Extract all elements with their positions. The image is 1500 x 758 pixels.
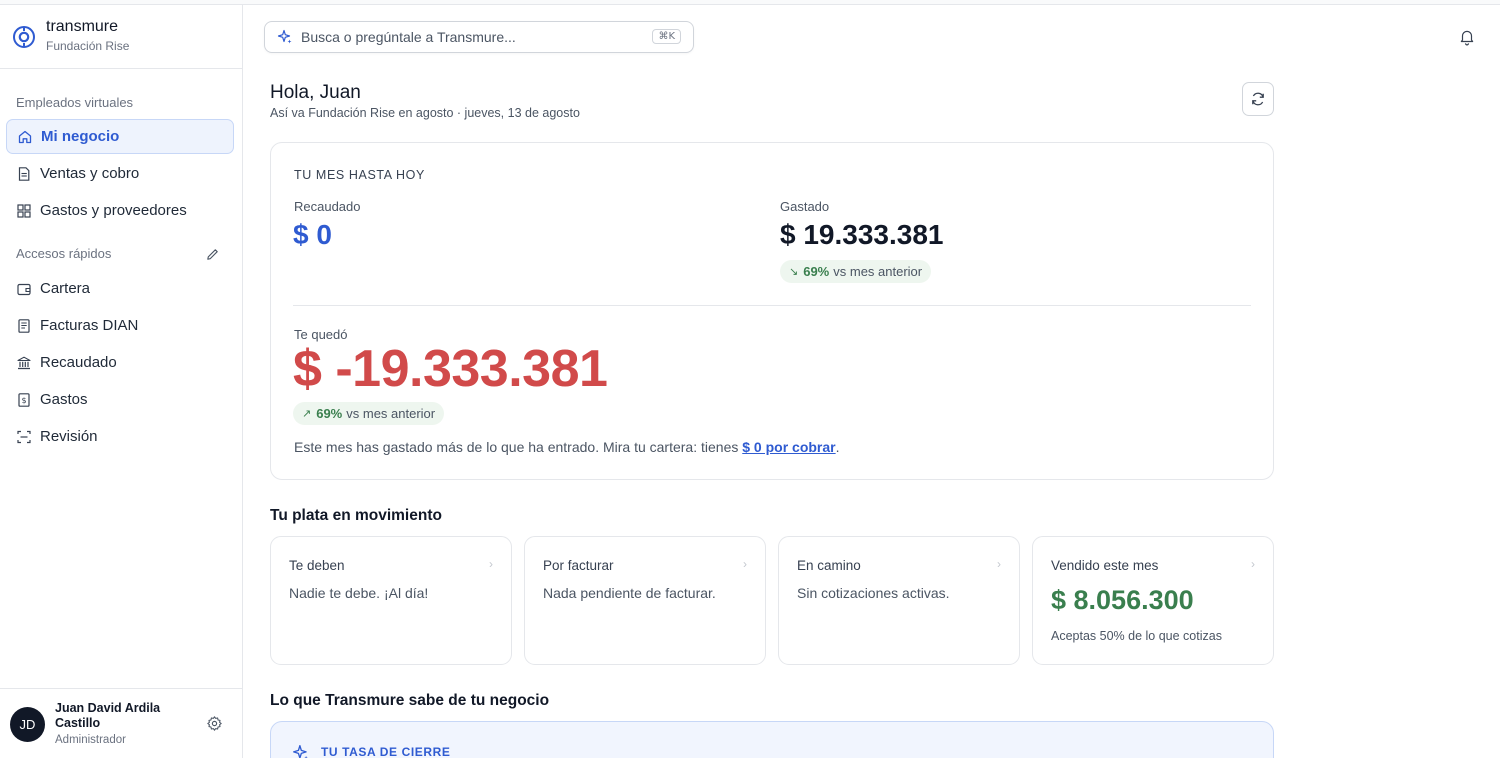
sold-value: $ 8.056.300 xyxy=(1051,585,1194,615)
sidebar: transmure Fundación Rise Empleados virtu… xyxy=(0,5,243,758)
home-icon xyxy=(17,129,33,145)
receipt-dollar-icon: $ xyxy=(16,392,32,408)
insight-title: TU TASA DE CIERRE xyxy=(321,745,451,758)
card-description: Nada pendiente de facturar. xyxy=(543,585,716,601)
sidebar-item-label: Ventas y cobro xyxy=(40,165,140,182)
spent-change-percent: 69% xyxy=(803,264,830,279)
balance-value: $ -19.333.381 xyxy=(293,340,608,398)
card-title: TU MES HASTA HOY xyxy=(294,168,425,182)
svg-text:$: $ xyxy=(21,396,26,405)
card-title: En camino xyxy=(797,558,861,573)
spent-change-badge: ↘ 69% vs mes anterior xyxy=(780,260,932,283)
scan-icon xyxy=(16,429,32,445)
card-description: Sin cotizaciones activas. xyxy=(797,585,950,601)
sidebar-item-label: Gastos xyxy=(40,391,88,408)
user-profile[interactable]: JD Juan David Ardila Castillo Administra… xyxy=(0,688,242,758)
insight-card-closing-rate[interactable]: TU TASA DE CIERRE xyxy=(270,721,1274,758)
section-title-movement: Tu plata en movimiento xyxy=(270,507,442,524)
invoice-icon xyxy=(16,318,32,334)
brand-header[interactable]: transmure Fundación Rise xyxy=(0,5,242,69)
section-title-knowledge: Lo que Transmure sabe de tu negocio xyxy=(270,692,550,709)
sidebar-item-ventas-y-cobro[interactable]: Ventas y cobro xyxy=(6,156,234,191)
section-label-virtual-employees: Empleados virtuales xyxy=(16,95,134,110)
receivables-link[interactable]: $ 0 por cobrar xyxy=(742,439,835,455)
month-note: Este mes has gastado más de lo que ha en… xyxy=(294,439,840,455)
sidebar-item-gastos[interactable]: $ Gastos xyxy=(6,382,234,417)
sidebar-item-cartera[interactable]: Cartera xyxy=(6,271,234,306)
page-title: Hola, Juan xyxy=(270,82,361,103)
chevron-right-icon: › xyxy=(997,557,1001,571)
avatar: JD xyxy=(10,707,45,742)
spent-change-text: vs mes anterior xyxy=(833,264,923,279)
document-icon xyxy=(16,166,32,182)
search-bar[interactable]: ⌘K xyxy=(264,21,694,53)
user-role: Administrador xyxy=(55,734,126,746)
card-vendido-este-mes[interactable]: Vendido este mes › $ 8.056.300 Aceptas 5… xyxy=(1032,536,1274,665)
search-input[interactable] xyxy=(301,29,641,45)
sidebar-item-label: Gastos y proveedores xyxy=(40,202,187,219)
section-label-quick-access: Accesos rápidos xyxy=(16,246,112,261)
keyboard-shortcut-badge: ⌘K xyxy=(652,29,681,44)
brand-name: transmure xyxy=(46,18,119,35)
card-title: Te deben xyxy=(289,558,345,573)
arrow-down-right-icon: ↘ xyxy=(789,266,799,278)
chevron-right-icon: › xyxy=(1251,557,1255,571)
sidebar-item-recaudado[interactable]: Recaudado xyxy=(6,345,234,380)
card-description: Nadie te debe. ¡Al día! xyxy=(289,585,429,601)
sold-subtext: Aceptas 50% de lo que cotizas xyxy=(1051,629,1222,643)
spent-label: Gastado xyxy=(780,199,830,214)
page-subtitle: Así va Fundación Rise en agosto · jueves… xyxy=(270,106,580,120)
grid-icon xyxy=(16,203,32,219)
balance-change-text: vs mes anterior xyxy=(346,406,436,421)
note-text: Este mes has gastado más de lo que ha en… xyxy=(294,439,743,455)
user-name: Juan David Ardila Castillo xyxy=(55,701,161,730)
pencil-icon[interactable] xyxy=(205,247,220,262)
sidebar-item-facturas-dian[interactable]: Facturas DIAN xyxy=(6,308,234,343)
chevron-right-icon: › xyxy=(743,557,747,571)
sparkle-icon xyxy=(277,29,292,44)
sparkle-icon xyxy=(293,745,309,758)
sidebar-item-label: Mi negocio xyxy=(41,128,120,145)
sidebar-item-label: Recaudado xyxy=(40,354,117,371)
collected-label: Recaudado xyxy=(294,199,361,214)
bank-icon xyxy=(16,355,32,371)
transmure-logo-icon xyxy=(13,26,35,48)
card-title: Vendido este mes xyxy=(1051,558,1159,573)
month-summary-card: TU MES HASTA HOY Recaudado $ 0 Gastado $… xyxy=(270,142,1274,480)
organization-name: Fundación Rise xyxy=(46,39,130,53)
divider xyxy=(293,305,1251,306)
wallet-icon xyxy=(16,281,32,297)
card-title: Por facturar xyxy=(543,558,614,573)
card-te-deben[interactable]: Te deben › Nadie te debe. ¡Al día! xyxy=(270,536,512,665)
collected-value: $ 0 xyxy=(293,219,332,250)
sidebar-item-label: Facturas DIAN xyxy=(40,317,139,334)
note-suffix: . xyxy=(835,439,840,455)
balance-change-percent: 69% xyxy=(316,406,343,421)
arrow-up-right-icon: ↗ xyxy=(302,408,312,420)
chevron-right-icon: › xyxy=(489,557,493,571)
sidebar-item-label: Revisión xyxy=(40,428,98,445)
bell-icon[interactable] xyxy=(1458,28,1476,46)
card-en-camino[interactable]: En camino › Sin cotizaciones activas. xyxy=(778,536,1020,665)
refresh-icon xyxy=(1252,92,1264,106)
sidebar-item-label: Cartera xyxy=(40,280,91,297)
balance-change-badge: ↗ 69% vs mes anterior xyxy=(293,402,445,425)
card-por-facturar[interactable]: Por facturar › Nada pendiente de factura… xyxy=(524,536,766,665)
gear-icon[interactable] xyxy=(206,715,223,732)
refresh-button[interactable] xyxy=(1242,82,1274,116)
sidebar-item-revision[interactable]: Revisión xyxy=(6,419,234,454)
sidebar-item-mi-negocio[interactable]: Mi negocio xyxy=(6,119,234,154)
spent-value: $ 19.333.381 xyxy=(780,219,944,250)
sidebar-item-gastos-y-proveedores[interactable]: Gastos y proveedores xyxy=(6,193,234,228)
